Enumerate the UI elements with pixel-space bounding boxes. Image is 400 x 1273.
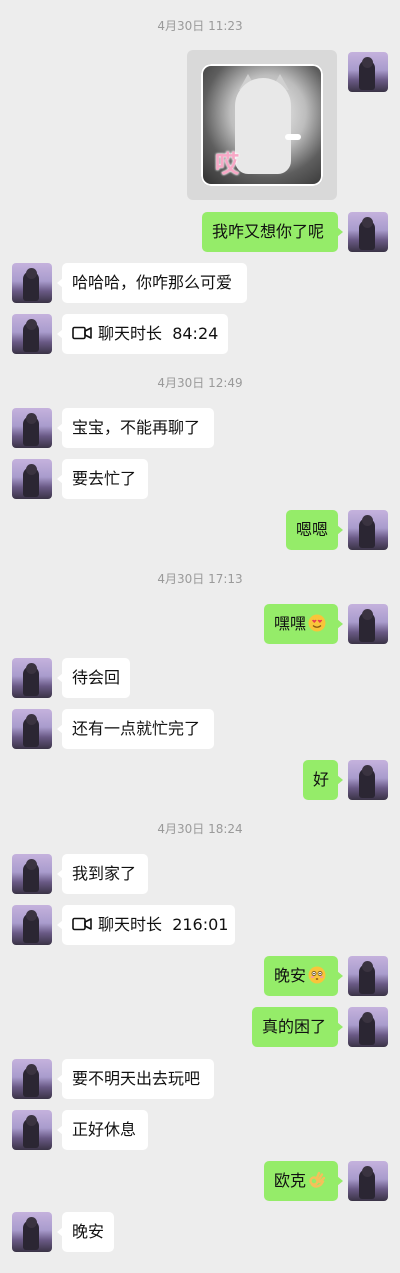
- message-text: 嘿嘿: [274, 614, 307, 633]
- timestamp: 4月30日 12:49: [157, 376, 243, 390]
- contact-avatar[interactable]: [12, 1212, 52, 1252]
- sent-message[interactable]: 真的困了: [252, 1007, 343, 1047]
- my-avatar[interactable]: [348, 956, 388, 996]
- my-avatar[interactable]: [348, 604, 388, 644]
- contact-avatar[interactable]: [12, 459, 52, 499]
- call-duration: 84:24: [172, 324, 219, 343]
- my-avatar[interactable]: [348, 1007, 388, 1047]
- received-message[interactable]: 我到家了: [57, 854, 148, 894]
- contact-avatar[interactable]: [12, 314, 52, 354]
- sent-message[interactable]: 欧克: [264, 1161, 343, 1201]
- sent-message[interactable]: 我咋又想你了呢: [202, 212, 343, 252]
- contact-avatar[interactable]: [12, 263, 52, 303]
- video-call-message[interactable]: 聊天时长 216:01: [57, 905, 235, 945]
- call-label: 聊天时长: [98, 324, 163, 343]
- my-avatar[interactable]: [348, 510, 388, 550]
- received-message[interactable]: 哈哈哈，你咋那么可爱: [57, 263, 247, 303]
- received-message[interactable]: 要不明天出去玩吧: [57, 1059, 214, 1099]
- sent-message[interactable]: 晚安: [264, 956, 343, 996]
- my-avatar[interactable]: [348, 1161, 388, 1201]
- heart-eyes-emoji-icon: [308, 614, 326, 632]
- message-text: 欧克: [274, 1171, 307, 1190]
- message-text: 晚安: [274, 966, 307, 985]
- contact-avatar[interactable]: [12, 658, 52, 698]
- ok-hand-emoji-icon: [309, 1171, 326, 1188]
- sticker-message[interactable]: 哎: [187, 50, 337, 200]
- received-message[interactable]: 待会回: [57, 658, 130, 698]
- cat-sticker-image: 哎: [201, 64, 323, 186]
- contact-avatar[interactable]: [12, 408, 52, 448]
- received-message[interactable]: 宝宝，不能再聊了: [57, 408, 214, 448]
- sent-message[interactable]: 嗯嗯: [286, 510, 343, 550]
- contact-avatar[interactable]: [12, 854, 52, 894]
- received-message[interactable]: 还有一点就忙完了: [57, 709, 214, 749]
- received-message[interactable]: 正好休息: [57, 1110, 148, 1150]
- contact-avatar[interactable]: [12, 1059, 52, 1099]
- timestamp: 4月30日 11:23: [157, 19, 243, 33]
- contact-avatar[interactable]: [12, 1110, 52, 1150]
- my-avatar[interactable]: [348, 760, 388, 800]
- flushed-emoji-icon: [308, 966, 326, 984]
- call-duration: 216:01: [172, 915, 229, 934]
- call-label: 聊天时长: [98, 915, 163, 934]
- timestamp: 4月30日 17:13: [157, 572, 243, 586]
- received-message[interactable]: 晚安: [57, 1212, 114, 1252]
- sticker-label: 哎: [215, 150, 239, 178]
- video-camera-icon: [72, 917, 92, 931]
- timestamp: 4月30日 18:24: [157, 822, 243, 836]
- sent-message[interactable]: 嘿嘿: [264, 604, 343, 644]
- contact-avatar[interactable]: [12, 709, 52, 749]
- received-message[interactable]: 要去忙了: [57, 459, 148, 499]
- video-camera-icon: [72, 326, 92, 340]
- video-call-message[interactable]: 聊天时长 84:24: [57, 314, 228, 354]
- sent-message[interactable]: 好: [303, 760, 343, 800]
- my-avatar[interactable]: [348, 212, 388, 252]
- contact-avatar[interactable]: [12, 905, 52, 945]
- my-avatar[interactable]: [348, 52, 388, 92]
